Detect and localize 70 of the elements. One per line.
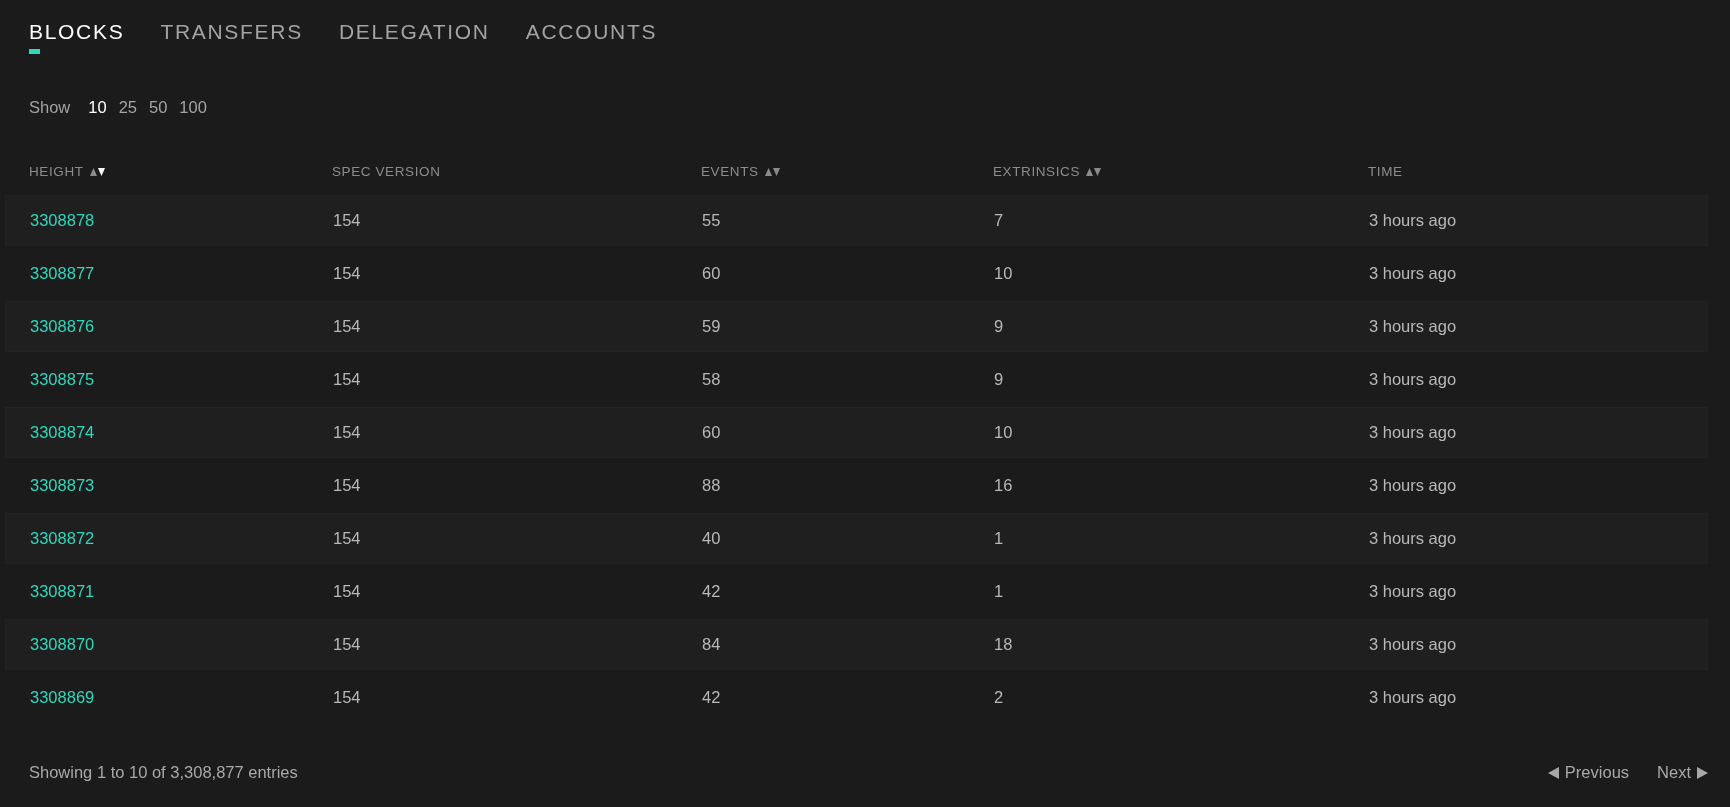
block-link[interactable]: 3308877 [30,264,333,283]
block-link[interactable]: 3308876 [30,317,333,336]
table-cell-text: 3 hours ago [1369,423,1458,442]
table-cell-text: 2 [994,688,1005,707]
table-cell-text: 3 hours ago [1369,370,1458,389]
table-cell-text: 60 [702,423,722,442]
previous-button[interactable]: Previous [1547,763,1630,782]
table-cell-text: 154 [333,370,362,389]
table-cell-text: 1 [994,529,1005,548]
table-cell-text: 10 [994,423,1014,442]
table-cell-text: 10 [994,264,1014,283]
table-cell-text: 42 [702,688,722,707]
table-cell-text: 42 [702,582,722,601]
tab[interactable]: TRANSFERS [160,20,303,54]
table-cell-text: 3 hours ago [1369,529,1458,548]
table-cell-text: 3 hours ago [1369,688,1458,707]
page-size-option[interactable]: 10 [88,98,107,117]
column-header: TIME [1368,163,1403,179]
tab[interactable]: BLOCKS [29,20,125,54]
block-link[interactable]: 3308878 [30,211,333,230]
table-cell-text: 154 [333,635,362,654]
page-size-option[interactable]: 25 [118,98,137,117]
table-cell-text: 154 [333,476,362,495]
entries-summary: Showing 1 to 10 of 3,308,877 entries [29,763,298,782]
table-cell-text: 84 [702,635,722,654]
table-cell-text: 16 [994,476,1014,495]
page-size-option[interactable]: 50 [149,98,168,117]
table-cell-text: 154 [333,529,362,548]
table-cell-text: 3 hours ago [1369,211,1458,230]
block-link[interactable]: 3308871 [30,582,333,601]
block-link[interactable]: 3308872 [30,529,333,548]
block-link[interactable]: 3308874 [30,423,333,442]
table-cell-text: 3 hours ago [1369,476,1458,495]
table-cell-text: 55 [702,211,722,230]
table-cell-text: 9 [994,317,1005,336]
left-triangle-icon [1547,766,1559,779]
column-header[interactable]: EVENTS [701,163,759,179]
table-cell-text: 60 [702,264,722,283]
block-link[interactable]: 3308870 [30,635,333,654]
table-cell-text: 154 [333,688,362,707]
table-cell-text: 154 [333,582,362,601]
table-cell-text: 9 [994,370,1005,389]
table-cell-text: 154 [333,423,362,442]
block-link[interactable]: 3308875 [30,370,333,389]
table-cell-text: 3 hours ago [1369,264,1458,283]
tab[interactable]: ACCOUNTS [525,20,658,54]
column-header[interactable]: HEIGHT [29,163,84,179]
table-cell-text: 3 hours ago [1369,635,1458,654]
sort-icon[interactable] [89,166,106,176]
table-cell-text: 88 [702,476,722,495]
table-cell-text: 58 [702,370,722,389]
table-cell-text: 59 [702,317,722,336]
table-cell-text: 154 [333,211,362,230]
right-triangle-icon [1697,766,1708,779]
table-cell-text: 40 [702,529,722,548]
tab[interactable]: DELEGATION [338,20,490,54]
block-link[interactable]: 3308873 [30,476,333,495]
show-label: Show [29,98,71,117]
table-cell-text: 3 hours ago [1369,317,1458,336]
block-link[interactable]: 3308869 [30,688,333,707]
table-cell-text: 18 [994,635,1014,654]
column-header[interactable]: EXTRINSICS [993,163,1080,179]
table-cell-text: 154 [333,264,362,283]
table-cell-text: 3 hours ago [1369,582,1458,601]
table-cell-text: 1 [994,582,1005,601]
table-cell-text: 7 [994,211,1005,230]
table-cell-text: 154 [333,317,362,336]
column-header: SPEC VERSION [332,163,441,179]
next-button[interactable]: Next [1657,763,1708,782]
page-size-option[interactable]: 100 [179,98,207,117]
